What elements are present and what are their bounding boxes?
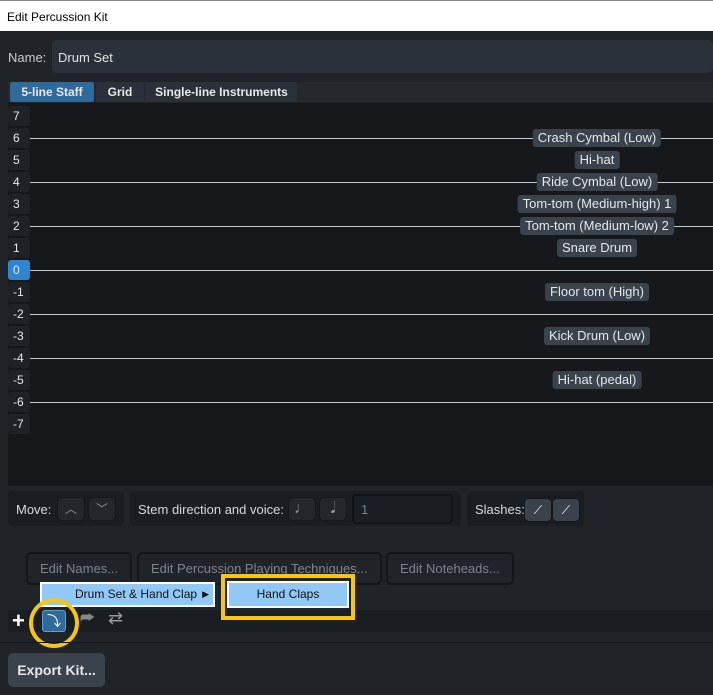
divider	[0, 642, 713, 643]
submenu-arrow-icon: ▶	[202, 589, 209, 599]
staff-line	[30, 402, 713, 403]
slash-icon[interactable]: ⟋	[552, 498, 580, 522]
staff-position-3[interactable]: 3	[8, 194, 30, 214]
staff-line	[30, 314, 713, 315]
slashes-label: Slashes:	[475, 502, 525, 517]
instrument-label[interactable]: Floor tom (High)	[545, 283, 649, 301]
staff-position-2[interactable]: 2	[8, 216, 30, 236]
staff-position--1[interactable]: -1	[8, 282, 30, 302]
instrument-label[interactable]: Hi-hat	[574, 151, 620, 169]
move-label: Move:	[16, 502, 52, 517]
export-kit-button[interactable]: Export Kit...	[8, 653, 105, 687]
menu-item-label: Drum Set & Hand Clap	[75, 587, 198, 601]
edit-noteheads-button[interactable]: Edit Noteheads...	[386, 552, 514, 585]
instrument-label[interactable]: Tom-tom (Medium-high) 1	[517, 195, 677, 213]
highlight-rectangle	[221, 574, 355, 620]
staff-position--5[interactable]: -5	[8, 370, 30, 390]
staff-line	[30, 270, 713, 271]
swap-icon[interactable]: ⇄	[108, 608, 123, 629]
staff-position-6[interactable]: 6	[8, 128, 30, 148]
staff-position--4[interactable]: -4	[8, 348, 30, 368]
tab-grid[interactable]: Grid	[96, 82, 144, 102]
staff-position--7[interactable]: -7	[8, 414, 30, 434]
instrument-label[interactable]: Tom-tom (Medium-low) 2	[520, 217, 674, 235]
edit-names-button[interactable]: Edit Names...	[26, 552, 133, 585]
staff-line	[30, 358, 713, 359]
staff-position--3[interactable]: -3	[8, 326, 30, 346]
voice-input[interactable]: 1	[352, 494, 453, 524]
instrument-label[interactable]: Crash Cymbal (Low)	[532, 129, 662, 147]
move-down-button[interactable]: ﹀	[88, 497, 116, 521]
staff-position--2[interactable]: -2	[8, 304, 30, 324]
stem-up-icon[interactable]: 𝅘𝅥	[319, 497, 347, 521]
add-icon[interactable]: +	[12, 608, 25, 634]
stem-label: Stem direction and voice:	[138, 502, 284, 517]
highlight-circle	[29, 598, 79, 648]
tab-single-line-instruments[interactable]: Single-line Instruments	[146, 82, 297, 102]
tab-5-line-staff[interactable]: 5-line Staff	[10, 82, 94, 102]
staff-position-1[interactable]: 1	[8, 238, 30, 258]
export-icon[interactable]: ⮫	[80, 610, 95, 628]
name-input[interactable]: Drum Set	[52, 40, 713, 73]
staff-position-4[interactable]: 4	[8, 172, 30, 192]
staff-position-0[interactable]: 0	[8, 260, 30, 280]
move-up-button[interactable]: ︿	[57, 497, 85, 521]
instrument-label[interactable]: Ride Cymbal (Low)	[536, 173, 658, 191]
instrument-label[interactable]: Hi-hat (pedal)	[552, 371, 642, 389]
instrument-label[interactable]: Kick Drum (Low)	[543, 327, 651, 345]
staff-position--6[interactable]: -6	[8, 392, 30, 412]
staff-position-7[interactable]: 7	[8, 106, 30, 126]
name-label: Name:	[8, 50, 47, 65]
staff-position-5[interactable]: 5	[8, 150, 30, 170]
slash-stem-icon[interactable]: ⟋	[524, 498, 552, 522]
stem-down-icon[interactable]: ♩	[288, 497, 316, 521]
instrument-label[interactable]: Snare Drum	[556, 239, 638, 257]
window-title: Edit Percussion Kit	[0, 0, 713, 31]
